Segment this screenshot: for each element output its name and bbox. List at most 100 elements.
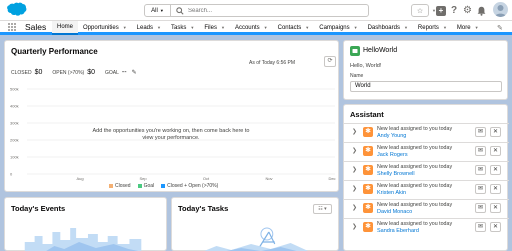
chevron-right-icon[interactable]: ❯ [352, 147, 357, 154]
chevron-down-icon[interactable]: ▼ [404, 21, 408, 35]
search-icon [176, 6, 184, 15]
lead-icon: ✱ [363, 146, 373, 156]
dismiss-button[interactable]: ✕ [490, 146, 501, 156]
email-button[interactable]: ✉ [475, 203, 486, 213]
global-actions-button[interactable]: + [436, 4, 446, 17]
search-input[interactable] [188, 7, 358, 14]
assistant-item[interactable]: ❯ ✱ New lead assigned to you today Kristen … [344, 180, 509, 199]
user-avatar[interactable] [493, 2, 508, 17]
open-label: OPEN (>70%) [52, 70, 85, 76]
email-button[interactable]: ✉ [475, 222, 486, 232]
refresh-icon: ⟳ [327, 58, 333, 64]
email-button[interactable]: ✉ [475, 184, 486, 194]
chevron-down-icon[interactable]: ▼ [157, 21, 161, 35]
assistant-item[interactable]: ❯ ✱ New lead assigned to you today Andy You… [344, 123, 509, 142]
goal-value: -- [121, 69, 127, 76]
edit-goal-pencil-icon[interactable]: ✎ [132, 69, 137, 76]
tab-more[interactable]: More ▼ [452, 21, 484, 35]
email-icon: ✉ [477, 148, 484, 154]
tab-home[interactable]: Home [52, 21, 79, 35]
plus-icon: + [436, 5, 446, 16]
gear-icon: ⚙ [463, 5, 472, 16]
dismiss-button[interactable]: ✕ [490, 165, 501, 175]
help-button[interactable]: ? [451, 4, 457, 17]
tab-leads[interactable]: Leads ▼ [132, 21, 166, 35]
empty-chart-message: Add the opportunities you're working on,… [92, 128, 250, 141]
tab-opportunities[interactable]: Opportunities ▼ [78, 21, 132, 35]
name-input[interactable]: World [350, 81, 502, 92]
chevron-down-icon[interactable]: ▼ [264, 21, 268, 35]
close-icon: ✕ [492, 167, 499, 173]
tab-label: Tasks [171, 25, 187, 31]
chevron-right-icon[interactable]: ❯ [352, 166, 357, 173]
assistant-item[interactable]: ❯ ✱ New lead assigned to you today Sandra E… [344, 218, 509, 237]
lead-name-link[interactable]: Jack Rogers [377, 152, 408, 158]
assistant-card: Assistant ❯ ✱ New lead assigned to you tod… [343, 104, 509, 251]
task-filter-button[interactable]: ☷ ▾ [313, 204, 332, 214]
tab-campaigns[interactable]: Campaigns ▼ [314, 21, 362, 35]
todays-events-card: Today's Events [4, 197, 167, 251]
assistant-item[interactable]: ❯ ✱ New lead assigned to you today Shelly B… [344, 161, 509, 180]
todays-tasks-card: Today's Tasks ☷ ▾ [171, 197, 339, 251]
lead-icon: ✱ [363, 222, 373, 232]
tab-tasks[interactable]: Tasks ▼ [166, 21, 199, 35]
dismiss-button[interactable]: ✕ [490, 184, 501, 194]
notifications-button[interactable] [477, 4, 486, 17]
goal-label: GOAL [104, 70, 119, 76]
y-tick-label: 100k [10, 155, 19, 160]
salesforce-logo[interactable] [5, 2, 27, 17]
assistant-item-text: New lead assigned to you today [377, 221, 453, 227]
tab-label: Reports [417, 25, 439, 31]
as-of-timestamp: As of Today 6:56 PM [249, 60, 296, 66]
global-search: All ▼ [144, 4, 369, 17]
card-title: Today's Events [11, 204, 66, 213]
app-nav-bar: Sales Home Opportunities ▼ Leads ▼ Tasks ▼ … [0, 21, 512, 35]
dismiss-button[interactable]: ✕ [490, 127, 501, 137]
email-icon: ✉ [477, 167, 484, 173]
chevron-down-icon[interactable]: ▼ [354, 21, 358, 35]
dismiss-button[interactable]: ✕ [490, 222, 501, 232]
chevron-down-icon[interactable]: ▼ [443, 21, 447, 35]
assistant-item[interactable]: ❯ ✱ New lead assigned to you today David Mo… [344, 199, 509, 218]
chevron-down-icon[interactable]: ▼ [475, 21, 479, 35]
chevron-down-icon[interactable]: ▼ [190, 21, 194, 35]
assistant-item-text: New lead assigned to you today [377, 183, 453, 189]
tab-files[interactable]: Files ▼ [199, 21, 230, 35]
tab-reports[interactable]: Reports ▼ [413, 21, 452, 35]
close-icon: ✕ [492, 129, 499, 135]
search-scope-select[interactable]: All ▼ [145, 5, 171, 16]
chevron-right-icon[interactable]: ❯ [352, 185, 357, 192]
chevron-right-icon[interactable]: ❯ [352, 223, 357, 230]
email-button[interactable]: ✉ [475, 127, 486, 137]
chevron-right-icon[interactable]: ❯ [352, 128, 357, 135]
legend-item: Goal [137, 183, 155, 189]
chevron-down-icon[interactable]: ▼ [305, 21, 309, 35]
tab-accounts[interactable]: Accounts ▼ [230, 21, 273, 35]
lead-name-link[interactable]: Shelly Brownell [377, 171, 415, 177]
favorites-button[interactable]: ☆ [411, 4, 429, 17]
refresh-button[interactable]: ⟳ [324, 56, 336, 67]
app-launcher-icon[interactable] [8, 23, 16, 31]
performance-stats: CLOSED $0 OPEN (>70%) $0 GOAL -- ✎ [11, 69, 137, 76]
lead-name-link[interactable]: Sandra Eberhard [377, 228, 419, 234]
helloworld-icon [350, 46, 360, 56]
chevron-down-icon[interactable]: ▼ [123, 21, 127, 35]
tab-label: Dashboards [367, 25, 400, 31]
chevron-down-icon[interactable]: ▼ [221, 21, 225, 35]
lead-name-link[interactable]: Kristen Akin [377, 190, 406, 196]
lead-name-link[interactable]: Andy Young [377, 133, 406, 139]
setup-button[interactable]: ⚙ [463, 4, 472, 17]
assistant-item[interactable]: ❯ ✱ New lead assigned to you today Jack Rog… [344, 142, 509, 161]
chevron-right-icon[interactable]: ❯ [352, 204, 357, 211]
tab-contacts[interactable]: Contacts ▼ [273, 21, 315, 35]
tab-dashboards[interactable]: Dashboards ▼ [363, 21, 413, 35]
legend-label: Goal [143, 183, 155, 189]
tab-label: Leads [136, 25, 154, 31]
lead-name-link[interactable]: David Monaco [377, 209, 412, 215]
tasks-illustration [204, 227, 309, 251]
email-button[interactable]: ✉ [475, 146, 486, 156]
dismiss-button[interactable]: ✕ [490, 203, 501, 213]
email-button[interactable]: ✉ [475, 165, 486, 175]
x-tick-label: Aug [76, 176, 83, 181]
edit-nav-pencil-icon[interactable]: ✎ [497, 24, 503, 32]
